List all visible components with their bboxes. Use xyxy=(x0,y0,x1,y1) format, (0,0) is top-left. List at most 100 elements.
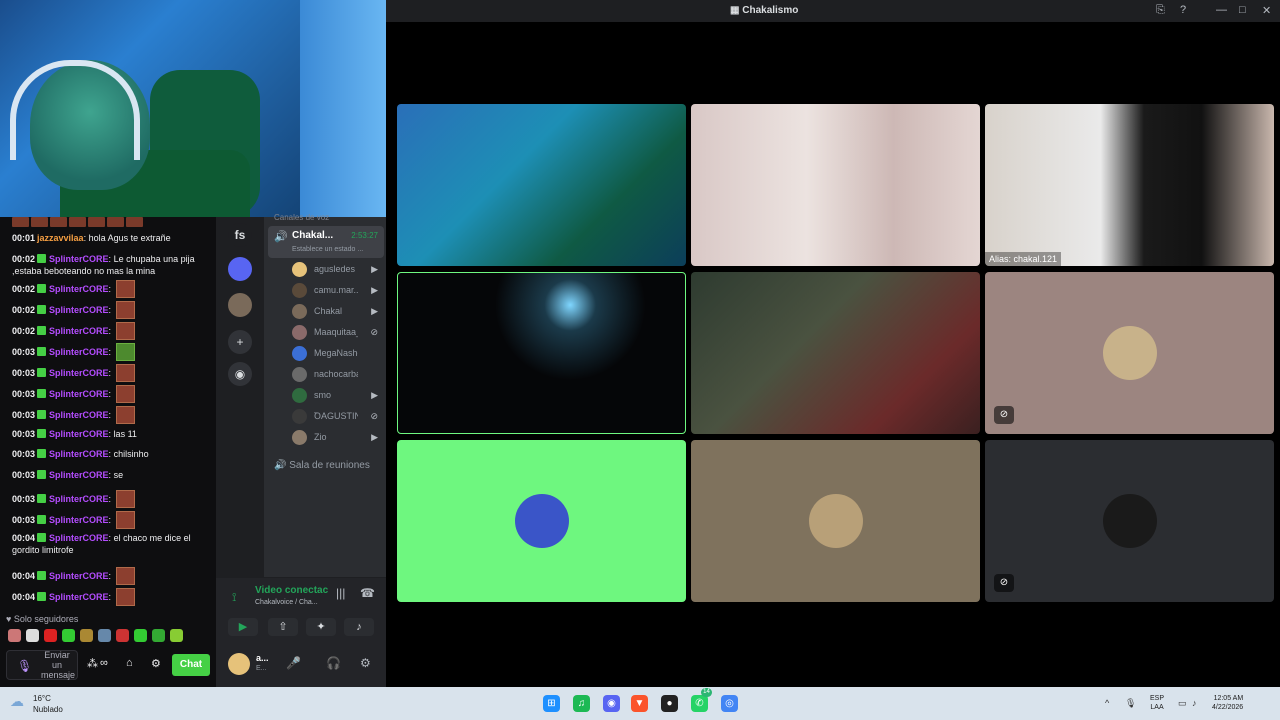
add-server-icon[interactable]: + xyxy=(228,330,252,354)
voice-user[interactable]: Maaquitaa_ ⊘ xyxy=(292,324,384,340)
message-username[interactable]: SplinterCORE xyxy=(49,410,109,420)
soundboard-button[interactable]: ♪ xyxy=(344,618,374,636)
message-username[interactable]: SplinterCORE xyxy=(49,429,109,439)
message-username[interactable]: SplinterCORE xyxy=(49,254,109,264)
chat-emote-icon[interactable] xyxy=(115,280,135,298)
message-username[interactable]: SplinterCORE xyxy=(49,284,109,294)
guild-folder-1[interactable] xyxy=(228,257,252,281)
activities-button[interactable]: ✦ xyxy=(306,618,336,636)
chat-send-button[interactable]: Chat xyxy=(172,654,210,676)
bits-icon[interactable]: ⁂ xyxy=(87,657,98,670)
chat-emote-icon[interactable] xyxy=(115,406,135,424)
voice-user[interactable]: Chakal ▶ xyxy=(292,303,384,319)
discord-icon[interactable]: ◉ xyxy=(603,695,620,712)
message-username[interactable]: SplinterCORE xyxy=(49,571,109,581)
guild-current[interactable]: fs xyxy=(228,223,252,247)
gear-icon[interactable]: ⚙ xyxy=(360,656,371,670)
chat-emote-icon[interactable] xyxy=(115,343,135,361)
voice-user[interactable]: agusledes ▶ xyxy=(292,261,384,277)
language-indicator[interactable]: ESP LAA xyxy=(1150,694,1164,712)
message-username[interactable]: jazzavvilaa xyxy=(37,233,84,243)
minimize-icon[interactable]: — xyxy=(1216,4,1227,16)
emote-picker-row[interactable] xyxy=(8,629,183,642)
sub-badge-icon[interactable] xyxy=(37,592,47,601)
active-voice-channel[interactable]: 🔊 Chakal... 2:53:27 Establece un estado … xyxy=(268,226,384,258)
signal-icon[interactable]: ⟟ xyxy=(232,590,236,605)
message-username[interactable]: SplinterCORE xyxy=(49,347,109,357)
chrome-icon[interactable]: ◎ xyxy=(721,695,738,712)
brave-icon[interactable]: ▼ xyxy=(631,695,648,712)
clock[interactable]: 12:05 AM 4/22/2026 xyxy=(1212,694,1243,712)
sub-badge-icon[interactable] xyxy=(37,254,47,263)
message-username[interactable]: SplinterCORE xyxy=(49,368,109,378)
chat-emote-icon[interactable] xyxy=(115,364,135,382)
sub-badge-icon[interactable] xyxy=(37,389,47,398)
participant-tile[interactable] xyxy=(397,440,686,602)
sub-badge-icon[interactable] xyxy=(37,410,47,419)
sub-badge-icon[interactable] xyxy=(37,347,47,356)
sub-badge-icon[interactable] xyxy=(37,571,47,580)
voice-user[interactable]: nachocarba xyxy=(292,366,384,382)
voice-user[interactable]: Zio ▶ xyxy=(292,429,384,445)
weather-icon[interactable]: ☁ xyxy=(10,693,24,710)
sub-badge-icon[interactable] xyxy=(37,533,47,542)
chat-emote-icon[interactable] xyxy=(115,385,135,403)
obs-icon[interactable]: ● xyxy=(661,695,678,712)
voice-section-header[interactable]: Canales de voz xyxy=(274,213,329,222)
chat-emote-icon[interactable] xyxy=(115,511,135,529)
voice-user[interactable]: ꝹAGUSTIN... ⊘ xyxy=(292,408,384,424)
voice-user[interactable]: camu.mar... ▶ xyxy=(292,282,384,298)
store-icon[interactable]: ⌂ xyxy=(126,657,133,669)
sub-badge-icon[interactable] xyxy=(37,326,47,335)
infinity-icon[interactable]: ∞ xyxy=(100,657,108,669)
sub-badge-icon[interactable] xyxy=(37,470,47,479)
message-username[interactable]: SplinterCORE xyxy=(49,305,109,315)
maximize-icon[interactable]: □ xyxy=(1239,4,1246,16)
guild-folder-2[interactable] xyxy=(228,293,252,317)
sub-badge-icon[interactable] xyxy=(37,429,47,438)
message-username[interactable]: SplinterCORE xyxy=(49,494,109,504)
chat-emote-icon[interactable] xyxy=(115,588,135,606)
chat-emote-icon[interactable] xyxy=(115,567,135,585)
participant-tile[interactable]: Alias: chakal.121 xyxy=(985,104,1274,266)
disconnect-icon[interactable]: ☎ xyxy=(360,586,375,600)
spotify-icon[interactable]: ♫ xyxy=(573,695,590,712)
participant-tile[interactable]: ⊘ xyxy=(985,272,1274,434)
participant-tile[interactable] xyxy=(397,272,686,434)
message-username[interactable]: SplinterCORE xyxy=(49,389,109,399)
sub-badge-icon[interactable] xyxy=(37,305,47,314)
chat-emote-icon[interactable] xyxy=(115,490,135,508)
camera-button[interactable]: ▶ xyxy=(228,618,258,636)
network-icon[interactable]: ▭ xyxy=(1178,698,1187,709)
microphone-icon[interactable]: 🎤 xyxy=(286,656,301,670)
message-username[interactable]: SplinterCORE xyxy=(49,592,109,602)
mic-tray-icon[interactable]: 🎙 xyxy=(1125,698,1136,709)
whatsapp-icon[interactable]: ✆ xyxy=(691,695,708,712)
voice-connected-subtitle[interactable]: Chakalvoice / Cha... xyxy=(255,599,318,606)
voice-user[interactable]: smo ▶ xyxy=(292,387,384,403)
noise-suppression-icon[interactable]: ||| xyxy=(336,586,345,600)
start-icon[interactable]: ⊞ xyxy=(543,695,560,712)
message-username[interactable]: SplinterCORE xyxy=(49,326,109,336)
sub-badge-icon[interactable] xyxy=(37,284,47,293)
message-username[interactable]: SplinterCORE xyxy=(49,449,109,459)
settings-icon[interactable]: ⚙ xyxy=(151,657,161,670)
screenshare-button[interactable]: ⇧ xyxy=(268,618,298,636)
inbox-icon[interactable]: ⎘ xyxy=(1156,4,1165,17)
participant-tile[interactable]: ⊘ xyxy=(985,440,1274,602)
participant-tile[interactable] xyxy=(397,104,686,266)
help-icon[interactable]: ? xyxy=(1180,4,1186,16)
message-username[interactable]: SplinterCORE xyxy=(49,533,109,543)
volume-icon[interactable]: ♪ xyxy=(1192,698,1197,708)
chat-emote-icon[interactable] xyxy=(115,301,135,319)
sub-badge-icon[interactable] xyxy=(37,449,47,458)
headphones-icon[interactable]: 🎧 xyxy=(326,656,341,670)
close-icon[interactable]: ✕ xyxy=(1262,4,1271,17)
sub-badge-icon[interactable] xyxy=(37,368,47,377)
participant-tile[interactable] xyxy=(691,104,980,266)
voice-user[interactable]: MegaNashe xyxy=(292,345,384,361)
sub-badge-icon[interactable] xyxy=(37,515,47,524)
mic-icon[interactable]: 🎙 xyxy=(17,659,32,673)
participant-tile[interactable] xyxy=(691,272,980,434)
chat-emote-icon[interactable] xyxy=(115,322,135,340)
